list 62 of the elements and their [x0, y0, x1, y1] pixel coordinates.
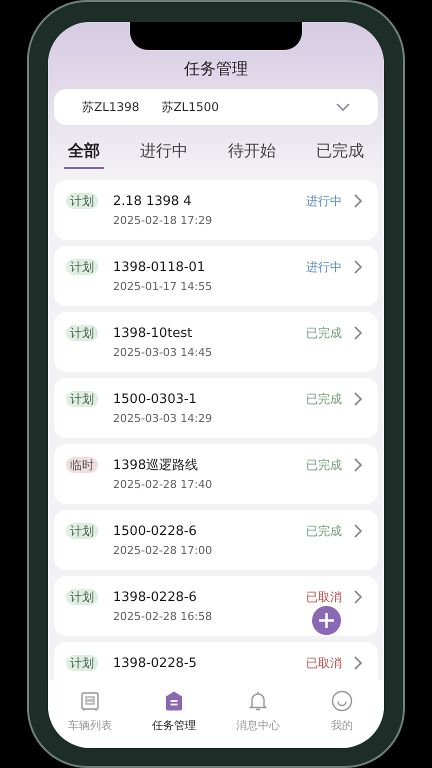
nav-item[interactable]: 任务管理: [132, 690, 216, 740]
plus-icon: [318, 612, 335, 629]
task-status: 进行中: [306, 259, 342, 275]
task-time: 2025-01-17 14:55: [113, 280, 214, 294]
task-name: 1398-0228-5: [113, 655, 198, 672]
task-time: 2025-03-03 14:29: [113, 412, 214, 426]
task-tag: 计划: [66, 655, 98, 671]
task-card[interactable]: 临时 1398巡逻路线 2025-02-28 17:40 已完成: [54, 444, 378, 504]
task-tag: 计划: [66, 391, 98, 407]
task-status: 已完成: [306, 325, 342, 341]
task-name: 1500-0228-6: [113, 523, 198, 540]
task-time: 2025-02-28 17:40: [113, 478, 214, 492]
task-name: 1398-0228-6: [113, 589, 198, 606]
chevron-right-icon: [354, 656, 362, 670]
chevron-right-icon: [354, 590, 362, 604]
chevron-right-icon: [354, 194, 362, 208]
page-title: 任务管理: [184, 58, 248, 80]
task-time: 2025-02-18 17:29: [113, 214, 214, 228]
bell-icon: [247, 690, 269, 712]
task-card[interactable]: 计划 1500-0303-1 2025-03-03 14:29 已完成: [54, 378, 378, 438]
task-time: 2025-03-03 14:45: [113, 346, 214, 360]
tab[interactable]: 已完成: [312, 139, 368, 169]
task-time: 2025-02-28 16:58: [113, 610, 214, 624]
task-tag: 计划: [66, 193, 98, 209]
chevron-down-icon: [336, 103, 350, 111]
vehicle-label: 苏ZL1500: [161, 99, 219, 116]
task-name: 1500-0303-1: [113, 391, 198, 408]
task-tag: 计划: [66, 259, 98, 275]
task-status: 已完成: [306, 391, 342, 407]
task-card[interactable]: 计划 1398-0118-01 2025-01-17 14:55 进行中: [54, 246, 378, 306]
chevron-right-icon: [354, 458, 362, 472]
cabinet-icon: [79, 690, 101, 712]
task-status: 进行中: [306, 193, 342, 209]
task-name: 1398巡逻路线: [113, 457, 200, 474]
tab[interactable]: 进行中: [136, 139, 192, 169]
smiley-icon: [331, 690, 353, 712]
task-status: 已取消: [306, 655, 342, 671]
task-icon: [163, 690, 185, 712]
task-name: 1398-0118-01: [113, 259, 206, 276]
task-name: 1398-10test: [113, 325, 194, 342]
task-card[interactable]: 计划 1398-0228-6 2025-02-28 16:58 已取消: [54, 576, 378, 636]
chevron-right-icon: [354, 260, 362, 274]
task-card[interactable]: 计划 1398-10test 2025-03-03 14:45 已完成: [54, 312, 378, 372]
tab[interactable]: 待开始: [224, 139, 280, 169]
task-name: 2.18 1398 4: [113, 193, 193, 210]
chevron-right-icon: [354, 524, 362, 538]
chevron-right-icon: [354, 392, 362, 406]
task-status: 已取消: [306, 589, 342, 605]
task-tag: 计划: [66, 523, 98, 539]
task-tag: 临时: [66, 457, 98, 473]
task-tag: 计划: [66, 589, 98, 605]
task-card[interactable]: 计划 1398-0228-5 已取消: [54, 642, 378, 680]
task-tag: 计划: [66, 325, 98, 341]
tab[interactable]: 全部: [64, 139, 104, 169]
task-status: 已完成: [306, 523, 342, 539]
task-time: 2025-02-28 17:00: [113, 544, 214, 558]
vehicle-selector[interactable]: 苏ZL1398 苏ZL1500: [54, 89, 378, 125]
chevron-right-icon: [354, 326, 362, 340]
task-card[interactable]: 计划 1500-0228-6 2025-02-28 17:00 已完成: [54, 510, 378, 570]
task-card[interactable]: 计划 2.18 1398 4 2025-02-18 17:29 进行中: [54, 180, 378, 240]
task-status: 已完成: [306, 457, 342, 473]
vehicle-label: 苏ZL1398: [82, 99, 140, 116]
